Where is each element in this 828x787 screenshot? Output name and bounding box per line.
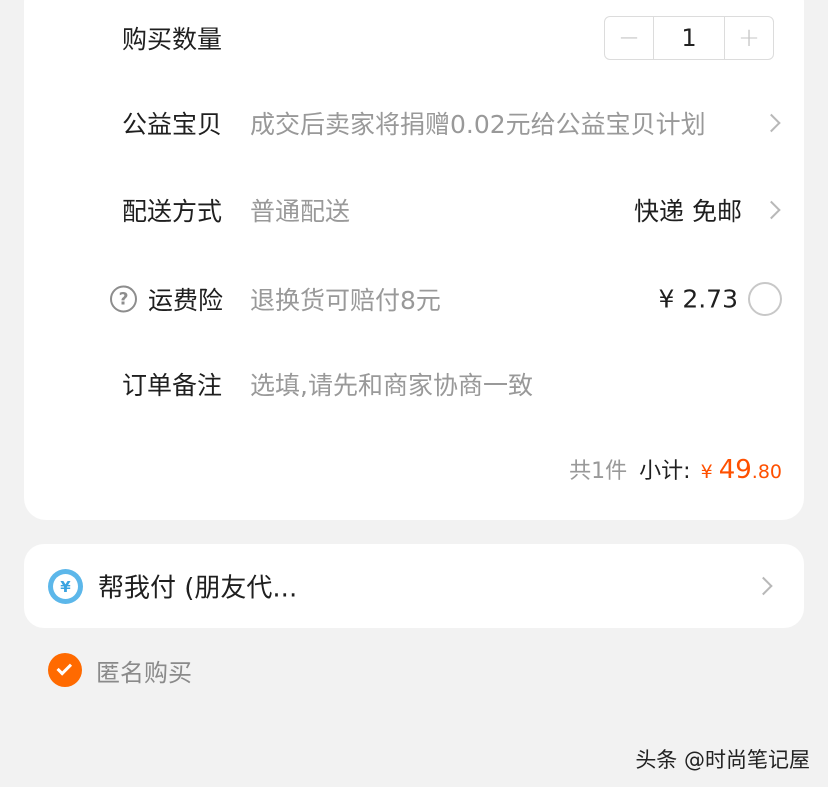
shipping-insurance-label: 运费险 (148, 286, 224, 315)
charity-value: 成交后卖家将捐赠0.02元给公益宝贝计划 (250, 110, 706, 139)
shipping-insurance-row: ? 运费险 退换货可赔付8元 ¥ 2.73 (24, 279, 804, 319)
checkmark-icon[interactable] (48, 653, 82, 687)
decrease-button[interactable]: − (605, 17, 653, 59)
shipping-insurance-radio[interactable] (748, 282, 782, 316)
delivery-option: 快递 免邮 (634, 197, 742, 226)
quantity-stepper[interactable]: − 1 + (604, 16, 774, 60)
subtotal: 共1件 小计: ¥ 49 .80 (569, 453, 782, 485)
delivery-row[interactable]: 配送方式 普通配送 快递 免邮 (24, 190, 804, 230)
subtotal-label: 小计: (639, 459, 691, 484)
order-note-input[interactable]: 选填,请先和商家协商一致 (250, 366, 533, 402)
shipping-insurance-value: 退换货可赔付8元 (250, 286, 441, 315)
subtotal-decimal: .80 (751, 461, 782, 483)
watermark: 头条 @时尚笔记屋 (635, 748, 810, 772)
chevron-right-icon (762, 113, 781, 133)
quantity-label: 购买数量 (122, 25, 223, 54)
order-note-label: 订单备注 (122, 371, 223, 400)
order-confirm-page: 购买数量 − 1 + 公益宝贝 成交后卖家将捐赠0.02元给公益宝贝计划 配送方… (0, 0, 828, 787)
anonymous-purchase-label: 匿名购买 (96, 658, 192, 687)
currency-symbol: ¥ (700, 461, 713, 483)
pay-for-me-card[interactable]: ¥ 帮我付 (朋友代... (24, 544, 804, 628)
increase-button[interactable]: + (725, 17, 773, 59)
pay-for-me-label: 帮我付 (朋友代... (98, 573, 298, 604)
yen-glyph: ¥ (53, 574, 78, 599)
shipping-insurance-price: ¥ 2.73 (658, 284, 738, 314)
item-count: 共1件 (569, 459, 628, 484)
help-icon[interactable]: ? (110, 285, 137, 313)
anonymous-purchase-toggle[interactable]: 匿名购买 (48, 653, 192, 687)
quantity-value[interactable]: 1 (653, 17, 725, 59)
charity-row[interactable]: 公益宝贝 成交后卖家将捐赠0.02元给公益宝贝计划 (24, 103, 804, 143)
chevron-right-icon (762, 200, 781, 220)
delivery-value: 普通配送 (250, 197, 351, 226)
delivery-label: 配送方式 (122, 197, 223, 226)
chevron-right-icon (754, 576, 773, 596)
order-note-row: 订单备注 选填,请先和商家协商一致 (24, 364, 804, 404)
subtotal-integer: 49 (718, 455, 752, 485)
yen-coin-icon: ¥ (48, 569, 83, 604)
order-details-card: 购买数量 − 1 + 公益宝贝 成交后卖家将捐赠0.02元给公益宝贝计划 配送方… (24, 0, 804, 520)
charity-label: 公益宝贝 (122, 110, 223, 139)
